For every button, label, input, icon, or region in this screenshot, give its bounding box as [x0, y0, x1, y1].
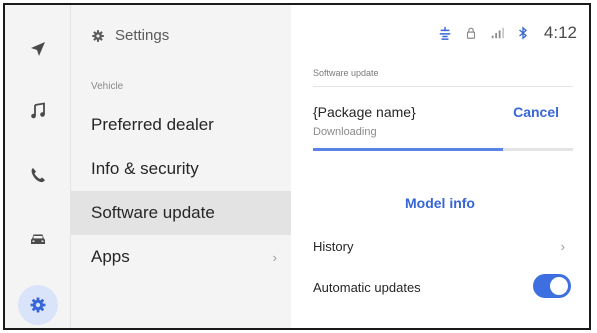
- lock-icon: [466, 27, 475, 39]
- download-status: Downloading: [313, 126, 377, 138]
- settings-button[interactable]: [18, 285, 58, 325]
- package-name: {Package name}: [313, 104, 416, 120]
- status-bar: 4:12: [438, 23, 577, 43]
- model-info-button[interactable]: Model info: [291, 195, 589, 211]
- music-icon: [31, 102, 45, 119]
- navigation-icon: [31, 42, 45, 56]
- menu-item-preferred-dealer[interactable]: Preferred dealer: [71, 103, 291, 147]
- menu-item-label: Info & security: [91, 159, 199, 178]
- software-update-panel: 4:12 Software update {Package name} Down…: [291, 5, 589, 328]
- section-label-vehicle: Vehicle: [91, 81, 124, 92]
- settings-menu: Settings Vehicle Preferred dealer Info &…: [71, 5, 291, 328]
- divider: [313, 86, 573, 87]
- settings-title: Settings: [115, 27, 170, 44]
- music-button[interactable]: [18, 91, 58, 131]
- model-info-label: Model info: [405, 195, 475, 211]
- progress-fill: [313, 148, 503, 151]
- toggle-knob: [550, 277, 568, 295]
- menu-item-apps[interactable]: Apps ›: [71, 235, 291, 279]
- left-rail: [5, 5, 71, 328]
- menu-item-info-security[interactable]: Info & security: [71, 147, 291, 191]
- steering-wheel-icon: [439, 26, 451, 40]
- menu-item-label: Software update: [91, 203, 215, 222]
- bluetooth-icon: [518, 26, 527, 40]
- menu-item-label: Apps: [91, 247, 130, 266]
- cancel-button[interactable]: Cancel: [513, 104, 559, 120]
- signal-icon: [491, 27, 504, 39]
- download-progress-bar: [313, 148, 573, 151]
- navigation-button[interactable]: [18, 29, 58, 69]
- menu-item-software-update[interactable]: Software update: [71, 191, 291, 235]
- history-label: History: [313, 238, 354, 254]
- history-row[interactable]: History ›: [313, 234, 571, 258]
- car-icon: [31, 234, 45, 244]
- automatic-updates-row: Automatic updates: [313, 274, 571, 299]
- settings-header: Settings: [91, 27, 169, 44]
- car-button[interactable]: [18, 219, 58, 259]
- screen-frame: Settings Vehicle Preferred dealer Info &…: [3, 3, 591, 330]
- gear-icon: [92, 29, 104, 42]
- clock: 4:12: [543, 23, 577, 42]
- automatic-updates-label: Automatic updates: [313, 279, 421, 295]
- automatic-updates-toggle[interactable]: [533, 274, 571, 298]
- menu-item-label: Preferred dealer: [91, 115, 214, 134]
- section-title: Software update: [313, 68, 379, 78]
- phone-icon: [31, 168, 45, 183]
- phone-button[interactable]: [18, 155, 58, 195]
- settings-gear-icon: [30, 297, 46, 313]
- chevron-right-icon: ›: [560, 238, 565, 254]
- chevron-right-icon: ›: [272, 249, 277, 265]
